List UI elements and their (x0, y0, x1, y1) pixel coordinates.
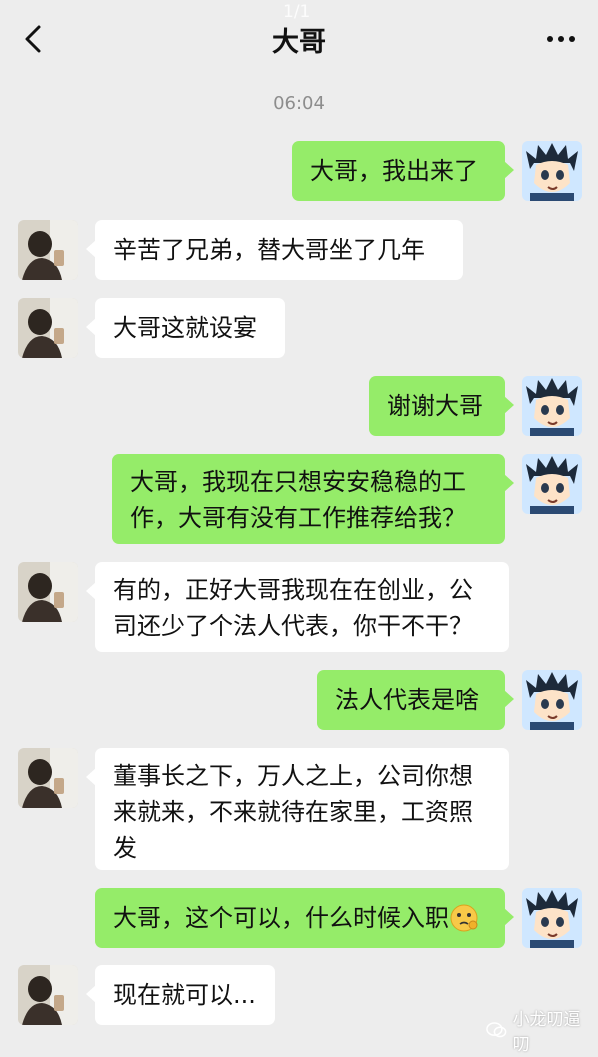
outgoing-message-bubble[interactable]: 法人代表是啥 (317, 670, 514, 730)
message-text-line: 发 (113, 834, 137, 862)
back-button[interactable] (18, 22, 48, 56)
more-dots-icon (547, 36, 575, 42)
message-text-line: 司还少了个法人代表，你干不干？ (113, 612, 473, 640)
message-text-line: 谢谢大哥 (387, 392, 483, 420)
contact-avatar[interactable] (18, 748, 78, 808)
footer-brand: 小龙叨逼叨 (512, 1010, 581, 1055)
message-text-line: 大哥，我现在只想安安稳稳的工 (130, 468, 466, 496)
contact-avatar[interactable] (18, 562, 78, 622)
contact-avatar[interactable] (18, 220, 78, 280)
message-text-line: 辛苦了兄弟，替大哥坐了几年 (113, 236, 425, 264)
chat-header: 1/1 大哥 (0, 0, 598, 78)
message-text-line: 大哥，我出来了 (310, 157, 478, 185)
footer-watermark: 小龙叨逼叨 (486, 1010, 592, 1055)
incoming-message-bubble[interactable]: 辛苦了兄弟，替大哥坐了几年 (86, 220, 463, 280)
my-avatar[interactable] (522, 888, 582, 948)
message-text-line: 来就来，不来就待在家里，工资照 (113, 798, 473, 826)
contact-avatar[interactable] (18, 298, 78, 358)
my-avatar[interactable] (522, 670, 582, 730)
thinking-face-icon (449, 903, 479, 933)
message-text-line: 作，大哥有没有工作推荐给我？ (130, 504, 466, 532)
chevron-left-icon (25, 25, 41, 53)
incoming-message-bubble[interactable]: 现在就可以... (86, 965, 275, 1025)
contact-avatar[interactable] (18, 965, 78, 1025)
page-indicator: 1/1 (283, 2, 311, 22)
more-button[interactable] (544, 24, 578, 54)
outgoing-message-bubble[interactable]: 大哥，这个可以，什么时候入职 (95, 888, 514, 948)
message-timestamp: 06:04 (273, 93, 325, 114)
my-avatar[interactable] (522, 141, 582, 201)
my-avatar[interactable] (522, 376, 582, 436)
outgoing-message-bubble[interactable]: 大哥，我现在只想安安稳稳的工 作，大哥有没有工作推荐给我？ (112, 454, 514, 544)
outgoing-message-bubble[interactable]: 谢谢大哥 (369, 376, 514, 436)
message-text-line: 现在就可以... (113, 981, 256, 1009)
incoming-message-bubble[interactable]: 董事长之下，万人之上，公司你想 来就来，不来就待在家里，工资照发 (86, 748, 509, 870)
message-text-line: 大哥这就设宴 (113, 314, 257, 342)
incoming-message-bubble[interactable]: 大哥这就设宴 (86, 298, 285, 358)
message-text-line: 有的，正好大哥我现在在创业，公 (113, 576, 473, 604)
my-avatar[interactable] (522, 454, 582, 514)
message-text-line: 法人代表是啥 (335, 686, 479, 714)
incoming-message-bubble[interactable]: 有的，正好大哥我现在在创业，公 司还少了个法人代表，你干不干？ (86, 562, 509, 652)
message-text-line: 董事长之下，万人之上，公司你想 (113, 762, 473, 790)
outgoing-message-bubble[interactable]: 大哥，我出来了 (292, 141, 514, 201)
message-text-line: 大哥，这个可以，什么时候入职 (113, 900, 479, 936)
chat-title: 大哥 (272, 26, 326, 58)
wechat-logo-icon (486, 1022, 507, 1038)
